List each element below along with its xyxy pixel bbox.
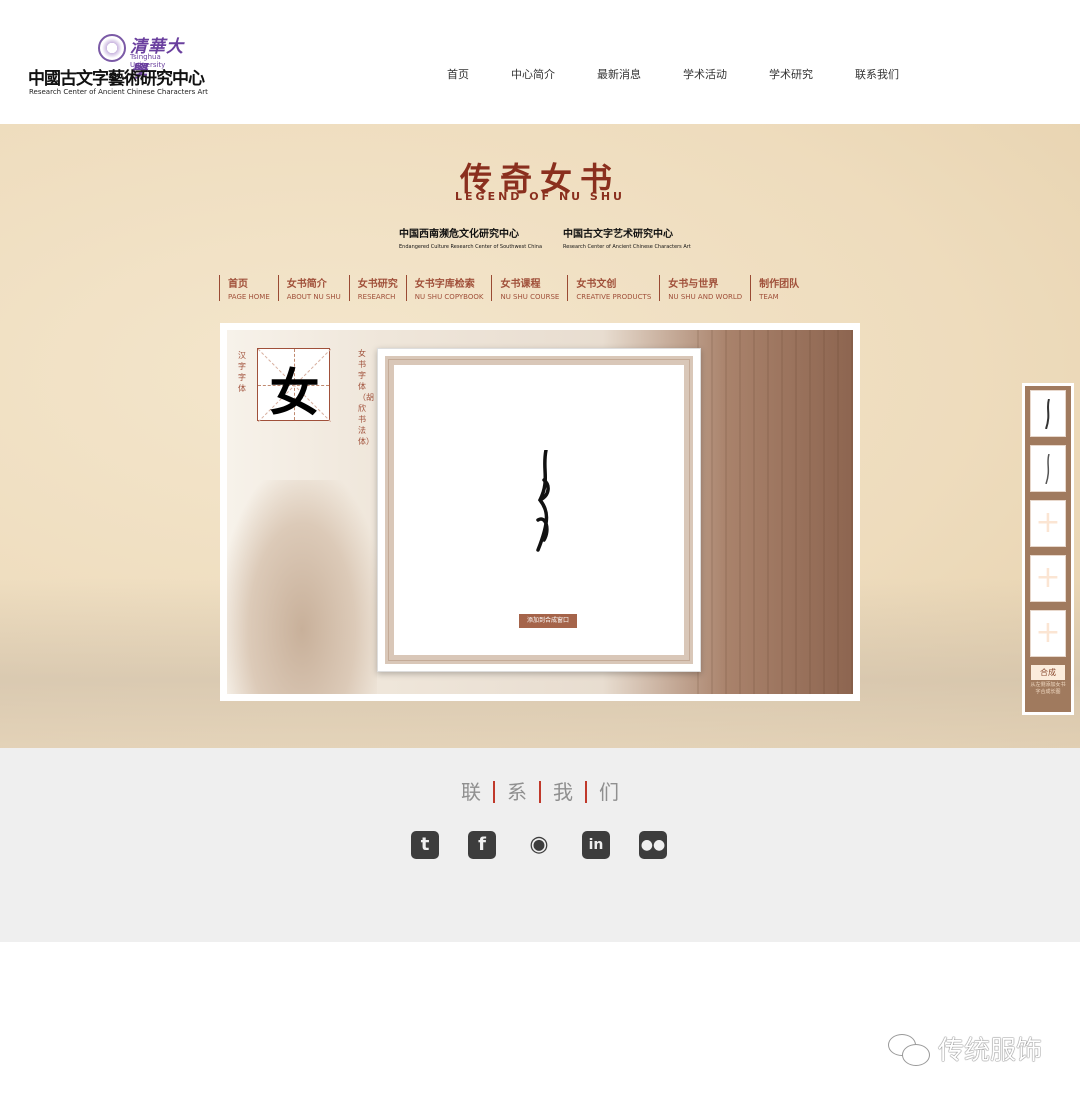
org-name-en: Endangered Culture Research Center of So…	[399, 244, 543, 250]
contact-char: 联	[461, 780, 481, 804]
contact-heading: 联系我们	[0, 776, 1080, 805]
footer: 联 系 我 们 t f ◉ in ●●	[0, 748, 1080, 942]
calligraphy-hand-image	[227, 480, 377, 694]
top-nav: 首页 中心简介 最新消息 学术活动 学术研究 联系我们	[447, 66, 941, 82]
org-2: 中国古文字艺术研究中心 Research Center of Ancient Ch…	[563, 225, 691, 250]
org-name: 中国西南濒危文化研究中心	[399, 229, 519, 240]
contact-char: 们	[599, 780, 619, 804]
han-font-label: 汉字字体	[238, 351, 246, 393]
subnav-research[interactable]: 女书研究 RESEARCH	[348, 275, 406, 301]
subnav-about[interactable]: 女书简介 ABOUT NU SHU	[277, 275, 349, 301]
weibo-icon[interactable]: ◉	[525, 831, 553, 859]
site-header: 清華大學 Tsinghua University 中國古文字藝術研究中心 Res…	[0, 0, 1080, 124]
linkedin-icon[interactable]: in	[582, 831, 610, 859]
compose-slot-filled[interactable]	[1030, 390, 1066, 437]
compose-button[interactable]: 合成	[1031, 665, 1065, 680]
watermark-text: 传统服饰	[938, 1036, 1043, 1066]
character-viewer: 汉字字体 女 女书字体（胡欣书法体） 添加到合成窗口	[220, 323, 860, 701]
nav-activities[interactable]: 学术活动	[683, 66, 727, 82]
add-to-compose-button[interactable]: 添加到合成窗口	[519, 614, 577, 628]
han-character: 女	[269, 363, 320, 422]
tsinghua-seal-icon	[98, 34, 126, 62]
han-character-grid: 女	[257, 348, 331, 422]
logo[interactable]: 清華大學 Tsinghua University 中國古文字藝術研究中心 Res…	[28, 32, 208, 100]
nushu-character-frame: 添加到合成窗口	[377, 348, 701, 672]
sub-nav: 首页 PAGE HOME 女书简介 ABOUT NU SHU 女书研究 RESEARC…	[219, 275, 807, 301]
nushu-font-label: 女书字体（胡欣书法体）	[358, 349, 374, 446]
subnav-copybook[interactable]: 女书字库检索 NU SHU COPYBOOK	[405, 275, 492, 301]
watermark: 传统服饰	[886, 1030, 1042, 1067]
nav-home[interactable]: 首页	[447, 66, 469, 82]
subnav-course[interactable]: 女书课程 NU SHU COURSE	[491, 275, 567, 301]
plus-icon[interactable]: +	[1030, 500, 1066, 547]
banner: 传奇女书 LEGEND OF NU SHU 中国西南濒危文化研究中心 Endang…	[0, 124, 1080, 748]
compose-slot-filled[interactable]	[1030, 445, 1066, 492]
wechat-watermark-icon	[886, 1032, 932, 1066]
plus-icon[interactable]: +	[1030, 555, 1066, 602]
nushu-scroll-image	[697, 330, 853, 694]
nushu-character-glyph	[536, 450, 550, 552]
facebook-icon[interactable]: f	[468, 831, 496, 859]
plus-icon[interactable]: +	[1030, 610, 1066, 657]
org-name-en: Research Center of Ancient Chinese Chara…	[563, 244, 691, 250]
banner-title-en: LEGEND OF NU SHU	[455, 190, 625, 203]
subnav-team[interactable]: 制作团队 TEAM	[750, 275, 807, 301]
contact-char: 我	[553, 780, 573, 804]
subnav-home[interactable]: 首页 PAGE HOME	[219, 275, 278, 301]
org-1: 中国西南濒危文化研究中心 Endangered Culture Research …	[399, 225, 542, 250]
nav-news[interactable]: 最新消息	[597, 66, 641, 82]
center-name: 中國古文字藝術研究中心	[28, 69, 205, 89]
center-name-en: Research Center of Ancient Chinese Chara…	[29, 88, 208, 96]
org-name: 中国古文字艺术研究中心	[563, 229, 673, 240]
nav-contact[interactable]: 联系我们	[855, 66, 899, 82]
wechat-icon[interactable]: ●●	[639, 831, 667, 859]
twitter-icon[interactable]: t	[411, 831, 439, 859]
compose-hint: 从左侧添加女书字合成长图	[1030, 682, 1066, 695]
subnav-creative[interactable]: 女书文创 CREATIVE PRODUCTS	[567, 275, 659, 301]
compose-panel: + + + 合成 从左侧添加女书字合成长图	[1022, 383, 1074, 715]
subnav-world[interactable]: 女书与世界 NU SHU AND WORLD	[659, 275, 750, 301]
contact-char: 系	[507, 780, 527, 804]
social-links: t f ◉ in ●●	[411, 831, 696, 859]
nav-research[interactable]: 学术研究	[769, 66, 813, 82]
nav-about[interactable]: 中心简介	[511, 66, 555, 82]
